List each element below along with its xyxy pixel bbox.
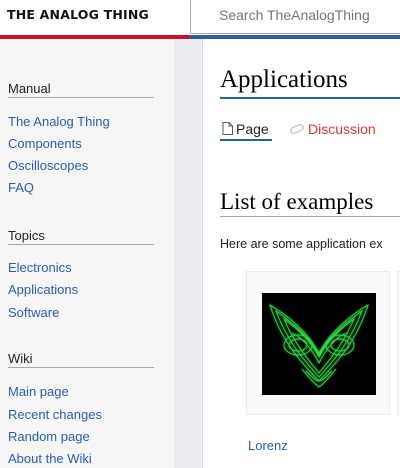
sidebar-gutter [174,39,202,468]
tab-discussion[interactable]: Discussion [289,121,376,138]
active-tab-indicator [220,139,272,141]
sidebar: Manual The Analog Thing Components Oscil… [0,39,174,468]
sidebar-item-the-analog-thing[interactable]: The Analog Thing [8,114,110,129]
page-icon [222,122,233,138]
tab-page[interactable]: Page [222,121,269,138]
tab-page-label: Page [236,121,269,137]
sidebar-divider [8,244,154,245]
sidebar-item-faq[interactable]: FAQ [8,180,34,195]
search-box[interactable]: Search TheAnalogThing [190,0,400,34]
gallery-caption-lorenz[interactable]: Lorenz [248,438,288,453]
sidebar-item-recent-changes[interactable]: Recent changes [8,407,102,422]
sidebar-item-oscilloscopes[interactable]: Oscilloscopes [8,158,88,173]
section-underline [220,216,400,217]
sidebar-item-electronics[interactable]: Electronics [8,260,72,275]
search-input[interactable]: Search TheAnalogThing [219,7,370,23]
main-content: Applications Page Discussion List of exa… [202,39,400,468]
sidebar-heading-wiki: Wiki [8,351,33,366]
sidebar-divider [8,97,154,98]
intro-paragraph: Here are some application ex [220,237,383,251]
gallery-item[interactable] [246,271,390,415]
tab-discussion-label: Discussion [308,121,376,137]
sidebar-divider [8,367,154,368]
sidebar-item-main-page[interactable]: Main page [8,384,69,399]
speech-bubble-icon [289,122,305,138]
site-logo[interactable]: THE ANALOG THING [7,7,149,22]
lorenz-attractor-image[interactable] [262,293,376,395]
page-title: Applications [220,66,348,93]
title-underline [220,97,400,99]
sidebar-item-random-page[interactable]: Random page [8,429,90,444]
section-title: List of examples [220,189,374,214]
sidebar-item-applications[interactable]: Applications [8,282,78,297]
sidebar-heading-manual: Manual [8,81,51,96]
sidebar-item-about-the-wiki[interactable]: About the Wiki [8,451,92,466]
sidebar-item-components[interactable]: Components [8,136,82,151]
sidebar-heading-topics: Topics [8,228,45,243]
site-header: THE ANALOG THING Search TheAnalogThing [0,0,400,35]
sidebar-item-software[interactable]: Software [8,305,59,320]
